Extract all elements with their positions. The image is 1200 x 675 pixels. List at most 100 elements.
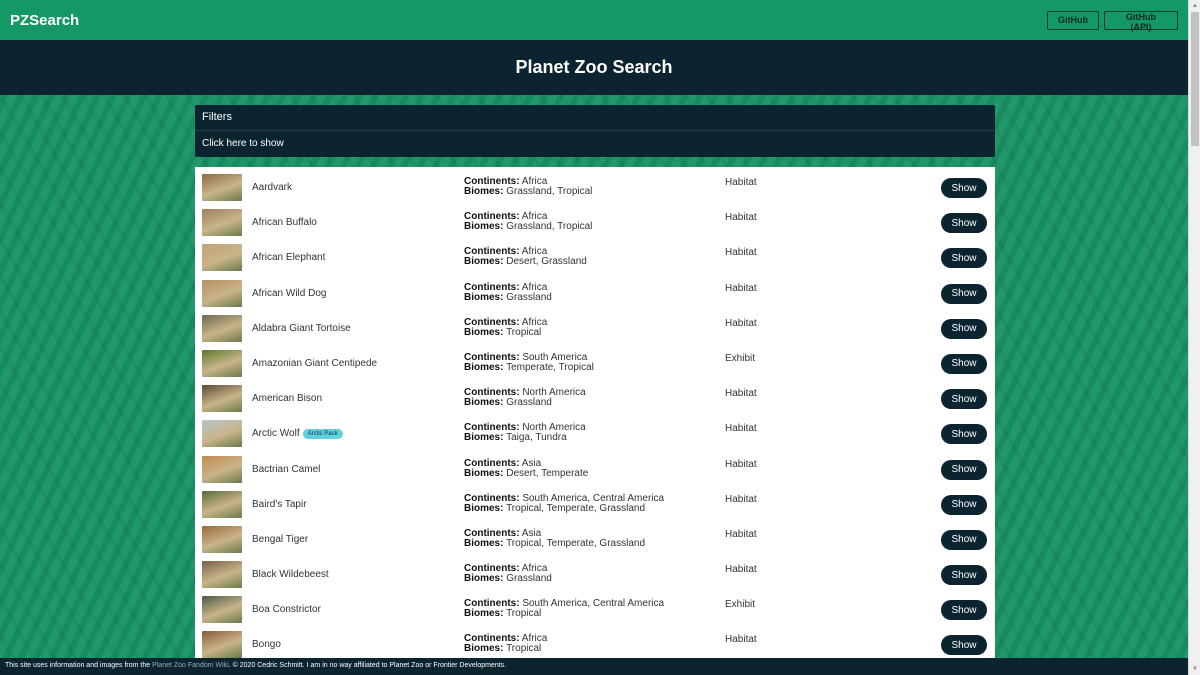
animal-thumbnail: [202, 314, 242, 342]
animal-row: Baird's Tapir Continents: South America, …: [195, 484, 995, 519]
animal-row: African Wild Dog Continents: Africa Biomes…: [195, 273, 995, 308]
animal-info: Continents: Africa Biomes: Tropical: [464, 317, 547, 338]
animal-thumbnail: [202, 349, 242, 377]
animal-row: Bengal Tiger Continents: Asia Biomes: Trop…: [195, 519, 995, 554]
show-button[interactable]: Show: [941, 600, 987, 621]
animal-type: Habitat: [725, 528, 757, 540]
animal-type: Exhibit: [725, 599, 756, 611]
animal-name: Bengal Tiger: [252, 534, 308, 545]
filters-title: Filters: [195, 105, 995, 131]
animal-thumbnail: [202, 385, 242, 413]
animal-row: Arctic Wolf Arctic Pack Continents: North …: [195, 413, 995, 448]
animal-type: Exhibit: [725, 352, 756, 364]
animal-name-text: Baird's Tapir: [252, 498, 307, 510]
scrollbar-thumb[interactable]: [1191, 12, 1199, 146]
show-button[interactable]: Show: [941, 459, 987, 480]
filters-panel: Filters Click here to show: [195, 105, 995, 157]
show-button[interactable]: Show: [941, 213, 987, 234]
animal-name-text: Bengal Tiger: [252, 533, 309, 545]
animal-info: Continents: North America Biomes: Taiga, …: [464, 423, 586, 443]
biomes-value: Tropical, Temperate, Grassland: [506, 502, 646, 514]
biomes-label: Biomes:: [464, 608, 504, 620]
page-scrollbar[interactable]: ▲ ▼: [1188, 0, 1200, 675]
github-button[interactable]: GitHub: [1047, 10, 1099, 30]
show-button[interactable]: Show: [941, 353, 987, 374]
show-button[interactable]: Show: [941, 424, 987, 445]
show-button[interactable]: Show: [941, 178, 987, 198]
animal-name: American Bison: [252, 393, 322, 404]
biomes-value: Tropical, Temperate, Grassland: [506, 537, 646, 549]
top-navbar: PZSearch GitHub GitHub (API): [0, 0, 1188, 40]
animal-row: Aardvark Continents: Africa Biomes: Grassl…: [195, 167, 995, 202]
biomes-value: Taiga, Tundra: [506, 432, 567, 444]
scroll-up-icon[interactable]: ▲: [1189, 0, 1200, 12]
animal-thumbnail: [202, 490, 242, 518]
show-button[interactable]: Show: [941, 283, 987, 304]
animal-thumbnail: [202, 420, 242, 448]
animal-name: Boa Constrictor: [252, 604, 321, 615]
show-button[interactable]: Show: [941, 565, 987, 586]
animal-thumbnail: [202, 596, 242, 624]
animal-info: Continents: Africa Biomes: Grassland: [464, 282, 552, 303]
biomes-value: Tropical: [506, 608, 542, 620]
biomes-label: Biomes:: [464, 573, 504, 585]
animal-info: Continents: Africa Biomes: Tropical: [464, 634, 547, 654]
animal-info: Continents: Africa Biomes: Grassland: [464, 564, 552, 584]
animal-thumbnail: [202, 279, 242, 307]
animal-name-text: African Wild Dog: [252, 287, 327, 299]
biomes-label: Biomes:: [464, 326, 504, 338]
biomes-label: Biomes:: [464, 291, 504, 303]
biomes-label: Biomes:: [464, 537, 504, 549]
brand-logo[interactable]: PZSearch: [10, 12, 79, 29]
footer-wiki-link[interactable]: Planet Zoo Fandom Wiki: [152, 662, 229, 669]
hero-banner: Planet Zoo Search: [0, 40, 1188, 95]
animal-info: Continents: Asia Biomes: Desert, Temperat…: [464, 458, 589, 479]
animal-name-text: African Elephant: [252, 252, 326, 264]
show-button[interactable]: Show: [941, 389, 987, 410]
animal-thumbnail: [202, 455, 242, 483]
animal-type: Habitat: [725, 247, 757, 259]
animal-thumbnail: [202, 244, 242, 272]
animal-name-text: Amazonian Giant Centipede: [252, 357, 378, 369]
footer-text-before: This site uses information and images fr…: [5, 662, 153, 669]
animal-name-text: Boa Constrictor: [252, 604, 321, 616]
biomes-label: Biomes:: [464, 221, 504, 233]
github-api-button[interactable]: GitHub (API): [1104, 10, 1178, 32]
scroll-down-icon[interactable]: ▼: [1189, 663, 1200, 675]
show-button[interactable]: Show: [941, 248, 987, 269]
biomes-label: Biomes:: [464, 361, 504, 373]
animal-name: Arctic Wolf Arctic Pack: [252, 428, 343, 439]
animal-info: Continents: South America Biomes: Tempera…: [464, 352, 594, 373]
animal-info: Continents: Africa Biomes: Grassland, Tro…: [464, 177, 592, 197]
animal-thumbnail: [202, 174, 242, 201]
animal-row: Boa Constrictor Continents: South America…: [195, 589, 995, 624]
animal-name-text: American Bison: [252, 393, 323, 405]
continents-value: South America, Central America: [522, 598, 665, 610]
animal-name: Bongo: [252, 639, 281, 650]
animal-type: Habitat: [725, 388, 757, 400]
biomes-value: Grassland, Tropical: [506, 221, 593, 233]
show-button[interactable]: Show: [941, 635, 987, 656]
biomes-value: Desert, Temperate: [506, 467, 589, 479]
filters-toggle[interactable]: Click here to show: [195, 131, 995, 157]
animal-info: Continents: Asia Biomes: Tropical, Temper…: [464, 528, 646, 549]
animal-name: Bactrian Camel: [252, 464, 320, 475]
animal-info: Continents: South America, Central Ameri…: [464, 493, 664, 514]
animal-thumbnail: [202, 631, 242, 658]
animal-type: Habitat: [725, 493, 757, 505]
animal-name: African Wild Dog: [252, 288, 326, 299]
show-button[interactable]: Show: [941, 318, 987, 339]
footer-text-after: . © 2020 Cedric Schmitt. I am in no way …: [228, 662, 507, 669]
animal-type: Habitat: [725, 317, 757, 329]
footer: This site uses information and images fr…: [0, 658, 1188, 675]
biomes-value: Grassland, Tropical: [506, 186, 593, 197]
animal-name-text: Aldabra Giant Tortoise: [252, 322, 351, 334]
show-button[interactable]: Show: [941, 494, 987, 515]
animal-name: African Buffalo: [252, 217, 317, 228]
animal-name: Black Wildebeest: [252, 569, 329, 580]
biomes-label: Biomes:: [464, 502, 504, 514]
animal-name: Amazonian Giant Centipede: [252, 358, 377, 369]
show-button[interactable]: Show: [941, 529, 987, 550]
animal-info: Continents: Africa Biomes: Desert, Grassl…: [464, 247, 587, 267]
animal-name: Aardvark: [252, 182, 292, 193]
